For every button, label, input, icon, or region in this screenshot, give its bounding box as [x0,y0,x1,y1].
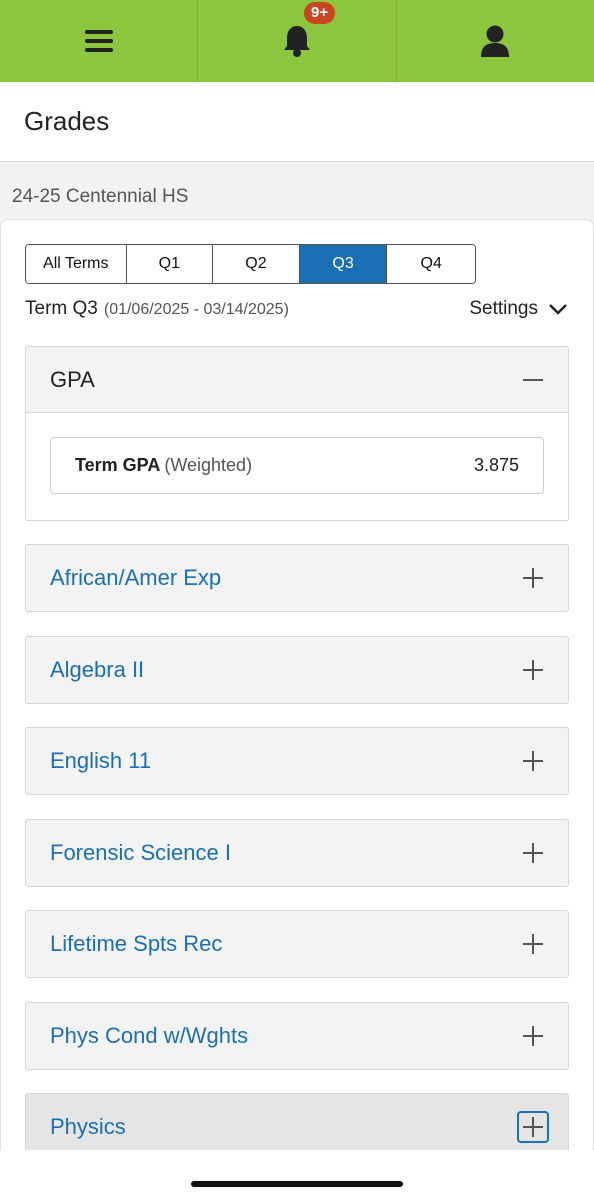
menu-button[interactable] [0,0,197,82]
settings-label: Settings [469,298,538,319]
expand-icon[interactable] [522,933,544,955]
course-panel[interactable]: English 11 [25,727,569,795]
term-label: Term Q3 [25,298,98,319]
bell-icon [283,26,310,57]
course-title: English 11 [50,748,152,773]
gpa-panel-title: GPA [50,366,95,392]
page-title: Grades [24,106,110,136]
hamburger-menu-icon [84,30,113,52]
course-panel[interactable]: African/Amer Exp [25,544,569,612]
term-gpa-value: 3.875 [473,455,519,475]
expand-icon [522,1116,544,1138]
term-gpa-sublabel: (Weighted) [164,455,253,475]
course-panel[interactable]: Forensic Science I [25,819,569,887]
notification-badge: 9+ [303,2,336,24]
tab-q3[interactable]: Q3 [299,245,388,283]
term-info: Term Q3 (01/06/2025 - 03/14/2025) [25,298,289,320]
gpa-panel-header[interactable]: GPA [26,347,568,413]
term-tabs: All Terms Q1 Q2 Q3 Q4 [25,244,476,284]
chevron-down-icon [549,304,567,315]
term-gpa-row: Term GPA (Weighted) 3.875 [50,437,544,494]
course-title: Forensic Science I [50,840,231,865]
course-title: African/Amer Exp [50,565,222,590]
home-indicator[interactable] [191,1181,403,1187]
term-gpa-label: Term GPA [75,455,161,475]
term-dates: (01/06/2025 - 03/14/2025) [103,301,289,318]
expand-button-focused[interactable] [517,1111,549,1143]
course-title: Lifetime Spts Rec [50,931,223,956]
tab-q1[interactable]: Q1 [126,245,214,283]
course-panel[interactable]: Algebra II [25,636,569,704]
user-profile-button[interactable] [395,0,594,82]
top-navigation-bar: 9+ [0,0,594,82]
course-title: Algebra II [50,657,145,682]
gpa-panel: GPA Term GPA (Weighted) 3.875 [25,346,569,521]
gpa-panel-body: Term GPA (Weighted) 3.875 [26,413,568,520]
expand-icon[interactable] [522,567,544,589]
expand-icon[interactable] [522,1025,544,1047]
school-name: 24-25 Centennial HS [12,186,189,207]
course-title: Physics [50,1114,126,1139]
page-header: Grades [0,82,594,162]
user-icon [481,25,510,57]
expand-icon[interactable] [522,659,544,681]
tab-q4[interactable]: Q4 [387,245,475,283]
bottom-safe-area [0,1150,594,1200]
course-panel[interactable]: Phys Cond w/Wghts [25,1002,569,1070]
collapse-icon[interactable] [522,369,544,391]
settings-dropdown[interactable]: Settings [469,298,568,320]
expand-icon[interactable] [522,842,544,864]
tab-all-terms[interactable]: All Terms [26,245,127,283]
course-title: Phys Cond w/Wghts [50,1023,249,1048]
course-panel[interactable]: Lifetime Spts Rec [25,910,569,978]
tab-q2[interactable]: Q2 [213,245,300,283]
notifications-button[interactable]: 9+ [197,0,395,82]
expand-icon[interactable] [522,750,544,772]
